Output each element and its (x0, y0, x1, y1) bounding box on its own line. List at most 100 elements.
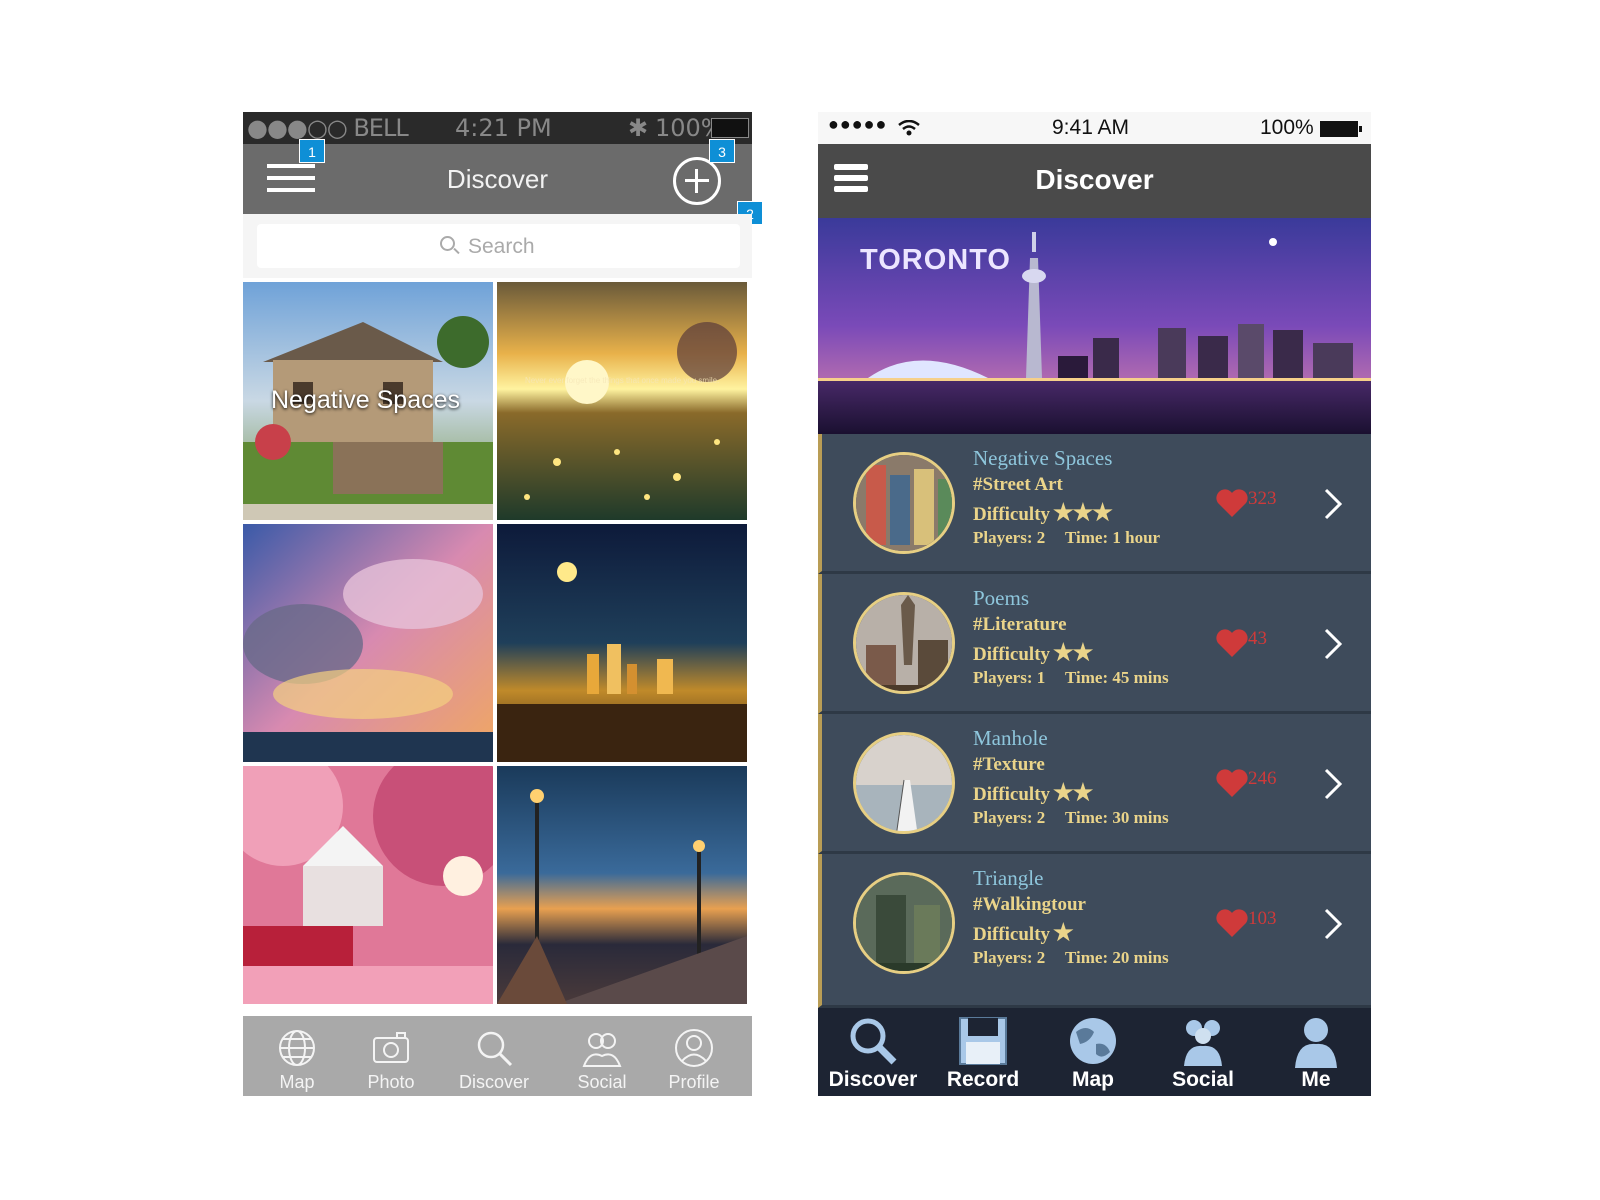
annotation-badge-1: 1 (299, 139, 325, 163)
city-banner[interactable]: TORONTO (818, 218, 1371, 434)
tab-bar: Map Photo Discover Social Profile (243, 1016, 752, 1096)
tab-map[interactable]: Map (1038, 1008, 1148, 1096)
quest-difficulty: Difficulty ★★★ (973, 500, 1113, 526)
quest-time: Time: 45 mins (1065, 668, 1169, 687)
heart-icon[interactable] (1215, 908, 1249, 938)
status-time: 9:41 AM (1052, 116, 1130, 139)
photo-tile-cottage[interactable]: Negative Spaces (243, 282, 493, 520)
globe-icon (1070, 1018, 1116, 1064)
photo-tile-night-city[interactable] (497, 524, 747, 762)
quest-time: Time: 20 mins (1065, 948, 1169, 967)
bluetooth-icon: ✱ (628, 114, 649, 142)
church-photo (856, 595, 952, 691)
tab-social[interactable]: Social (555, 1016, 649, 1096)
tab-discover[interactable]: Discover (447, 1016, 541, 1096)
difficulty-stars: ★★ (1053, 640, 1093, 665)
signal-icon: ●●●●● (828, 114, 888, 134)
sunset-field-photo (497, 282, 747, 520)
tab-label: Map (1072, 1068, 1114, 1091)
difficulty-stars: ★ (1053, 920, 1074, 945)
quest-difficulty: Difficulty ★ (973, 920, 1074, 946)
pink-trees-photo (243, 766, 493, 1004)
people-icon (1184, 1020, 1222, 1066)
difficulty-label: Difficulty (973, 644, 1051, 665)
quest-tag: #Walkingtour (973, 894, 1086, 915)
quest-time: Time: 1 hour (1065, 528, 1161, 547)
quest-tag: #Street Art (973, 474, 1063, 495)
quest-time: Time: 30 mins (1065, 808, 1169, 827)
like-count: 246 (1248, 768, 1277, 789)
chevron-right-icon[interactable] (1322, 626, 1344, 662)
tab-label: Profile (668, 1072, 720, 1092)
quest-thumbnail (853, 452, 955, 554)
search-bar: Search (243, 214, 752, 278)
quest-title: Manhole (973, 726, 1048, 750)
wifi-icon (898, 120, 920, 136)
person-icon (1295, 1018, 1337, 1068)
quest-players: Players: 1 (973, 668, 1046, 687)
quest-row[interactable]: Negative Spaces #Street Art Difficulty ★★… (818, 434, 1371, 574)
hero-city-label: TORONTO (860, 244, 1011, 276)
like-count: 43 (1248, 628, 1267, 649)
quest-players: Players: 2 (973, 948, 1046, 967)
building-photo (856, 455, 952, 551)
tab-label: Me (1301, 1068, 1331, 1091)
quest-players: Players: 2 (973, 528, 1046, 547)
tile-quote: Never ever forget the things that once m… (525, 376, 720, 385)
tab-discover[interactable]: Discover (818, 1008, 928, 1096)
quest-thumbnail (853, 872, 955, 974)
difficulty-stars: ★★ (1053, 780, 1093, 805)
chevron-right-icon[interactable] (1322, 766, 1344, 802)
quest-thumbnail (853, 592, 955, 694)
chevron-right-icon[interactable] (1322, 486, 1344, 522)
add-button[interactable] (673, 157, 721, 205)
battery-percent: 100% (1260, 116, 1314, 139)
status-bar: ●●●●● 9:41 AM 100% (818, 112, 1371, 144)
difficulty-stars: ★★★ (1053, 500, 1113, 525)
street-lamps-photo (497, 766, 747, 1004)
page-title: Discover (1035, 164, 1154, 195)
rainy-street-photo (856, 875, 952, 971)
camera-icon (373, 1032, 409, 1063)
quest-difficulty: Difficulty ★★ (973, 640, 1093, 666)
chevron-right-icon[interactable] (1322, 906, 1344, 942)
tab-record[interactable]: Record (928, 1008, 1038, 1096)
search-input[interactable]: Search (257, 224, 740, 268)
heart-icon[interactable] (1215, 768, 1249, 798)
quest-tag: #Texture (973, 754, 1045, 775)
mockup-discover-list: ●●●●● 9:41 AM 100% Discover TORONTO Nega… (818, 112, 1371, 1096)
battery-icon (1320, 121, 1362, 137)
people-icon (582, 1033, 622, 1067)
photo-tile-clouds[interactable] (243, 524, 493, 762)
battery-icon (711, 118, 749, 138)
quest-players: Players: 2 (973, 808, 1046, 827)
tab-map[interactable]: Map (250, 1016, 344, 1096)
quest-row[interactable]: Triangle #Walkingtour Difficulty ★ Player… (818, 854, 1371, 1008)
heart-icon[interactable] (1215, 628, 1249, 658)
quest-row[interactable]: Manhole #Texture Difficulty ★★ Players: 2… (818, 714, 1371, 854)
featured-caption: Negative Spaces (271, 386, 461, 414)
tab-social[interactable]: Social (1148, 1008, 1258, 1096)
tab-bar: Discover Record Map Social Me (818, 1008, 1371, 1096)
pier-photo (856, 735, 952, 831)
tab-label: Social (1172, 1068, 1234, 1091)
heart-icon[interactable] (1215, 488, 1249, 518)
photo-tile-street-lamps[interactable] (497, 766, 747, 1004)
globe-icon (279, 1030, 315, 1066)
tab-label: Discover (828, 1068, 918, 1091)
tab-label: Photo (367, 1072, 415, 1092)
quest-title: Negative Spaces (973, 446, 1113, 470)
search-icon (477, 1031, 513, 1067)
difficulty-label: Difficulty (973, 504, 1051, 525)
tab-me[interactable]: Me (1261, 1008, 1371, 1096)
photo-tile-pink-trees[interactable] (243, 766, 493, 1004)
photo-tile-sunset-field[interactable]: Never ever forget the things that once m… (497, 282, 747, 520)
floppy-disk-icon (959, 1017, 1007, 1065)
tab-label: Discover (458, 1072, 529, 1092)
search-icon (850, 1018, 897, 1065)
quest-row[interactable]: Poems #Literature Difficulty ★★ Players: … (818, 574, 1371, 714)
tab-profile[interactable]: Profile (647, 1016, 741, 1096)
tab-photo[interactable]: Photo (344, 1016, 438, 1096)
clouds-photo (243, 524, 493, 762)
difficulty-label: Difficulty (973, 924, 1051, 945)
